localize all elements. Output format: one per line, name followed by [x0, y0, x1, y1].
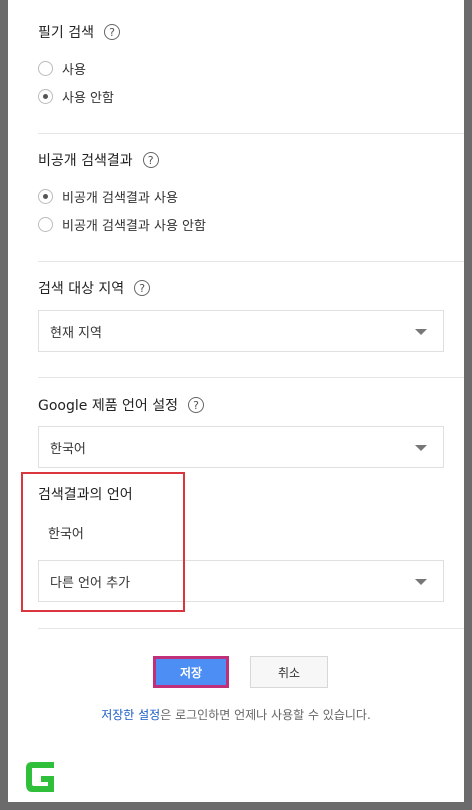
chevron-down-icon: [415, 329, 427, 335]
chevron-down-icon: [415, 445, 427, 451]
private-results-title: 비공개 검색결과: [38, 153, 133, 169]
help-icon[interactable]: ?: [188, 397, 204, 413]
g-logo-svg: [26, 762, 54, 792]
product-language-value: 한국어: [50, 441, 86, 457]
divider: [38, 628, 464, 629]
private-results-section: 비공개 검색결과 ? 비공개 검색결과 사용 비공개 검색결과 사용 안함: [38, 150, 446, 238]
section-title: 비공개 검색결과 ?: [38, 150, 446, 170]
radio-checked-icon[interactable]: [38, 188, 53, 204]
handwriting-search-title: 필기 검색: [38, 25, 94, 41]
save-button[interactable]: 저장: [153, 656, 229, 688]
region-select-value: 현재 지역: [50, 325, 102, 341]
radio-option-private-dont-use[interactable]: 비공개 검색결과 사용 안함: [38, 210, 446, 238]
radio-option-dont-use[interactable]: 사용 안함: [38, 82, 446, 110]
section-title: 검색 대상 지역 ?: [38, 278, 446, 298]
chevron-down-icon: [415, 579, 427, 585]
g-logo-icon: [22, 754, 60, 798]
product-language-select[interactable]: 한국어: [38, 426, 444, 468]
product-language-title: Google 제품 언어 설정: [38, 398, 178, 414]
highlight-box: [21, 472, 185, 612]
saved-settings-note: 저장한 설정은 로그인하면 언제나 사용할 수 있습니다.: [8, 706, 464, 723]
radio-option-use[interactable]: 사용: [38, 54, 446, 82]
radio-checked-icon[interactable]: [38, 88, 53, 104]
help-icon[interactable]: ?: [142, 152, 159, 168]
product-language-section: Google 제품 언어 설정 ?: [38, 395, 446, 415]
region-select[interactable]: 현재 지역: [38, 310, 444, 352]
radio-unchecked-icon[interactable]: [38, 216, 53, 232]
divider: [38, 261, 464, 262]
radio-label: 사용: [62, 62, 86, 78]
region-section: 검색 대상 지역 ?: [38, 278, 446, 298]
radio-label: 사용 안함: [62, 90, 114, 106]
saved-settings-text: 은 로그인하면 언제나 사용할 수 있습니다.: [160, 708, 371, 722]
handwriting-search-section: 필기 검색 ? 사용 사용 안함: [38, 22, 446, 110]
section-title: 필기 검색 ?: [38, 22, 446, 42]
cancel-button[interactable]: 취소: [250, 656, 328, 688]
radio-label: 비공개 검색결과 사용 안함: [62, 218, 206, 234]
divider: [38, 133, 464, 134]
section-title: Google 제품 언어 설정 ?: [38, 395, 446, 415]
g-logo-shape: [26, 762, 54, 792]
saved-settings-link[interactable]: 저장한 설정: [101, 708, 160, 722]
radio-unchecked-icon[interactable]: [38, 60, 53, 76]
region-title: 검색 대상 지역: [38, 281, 125, 297]
radio-label: 비공개 검색결과 사용: [62, 190, 178, 206]
divider: [38, 377, 464, 378]
search-settings-panel: 필기 검색 ? 사용 사용 안함 비공개 검색결과 ? 비공개 검색결과 사용: [8, 0, 464, 802]
radio-option-private-use[interactable]: 비공개 검색결과 사용: [38, 182, 446, 210]
help-icon[interactable]: ?: [103, 24, 120, 40]
help-icon[interactable]: ?: [134, 280, 151, 296]
